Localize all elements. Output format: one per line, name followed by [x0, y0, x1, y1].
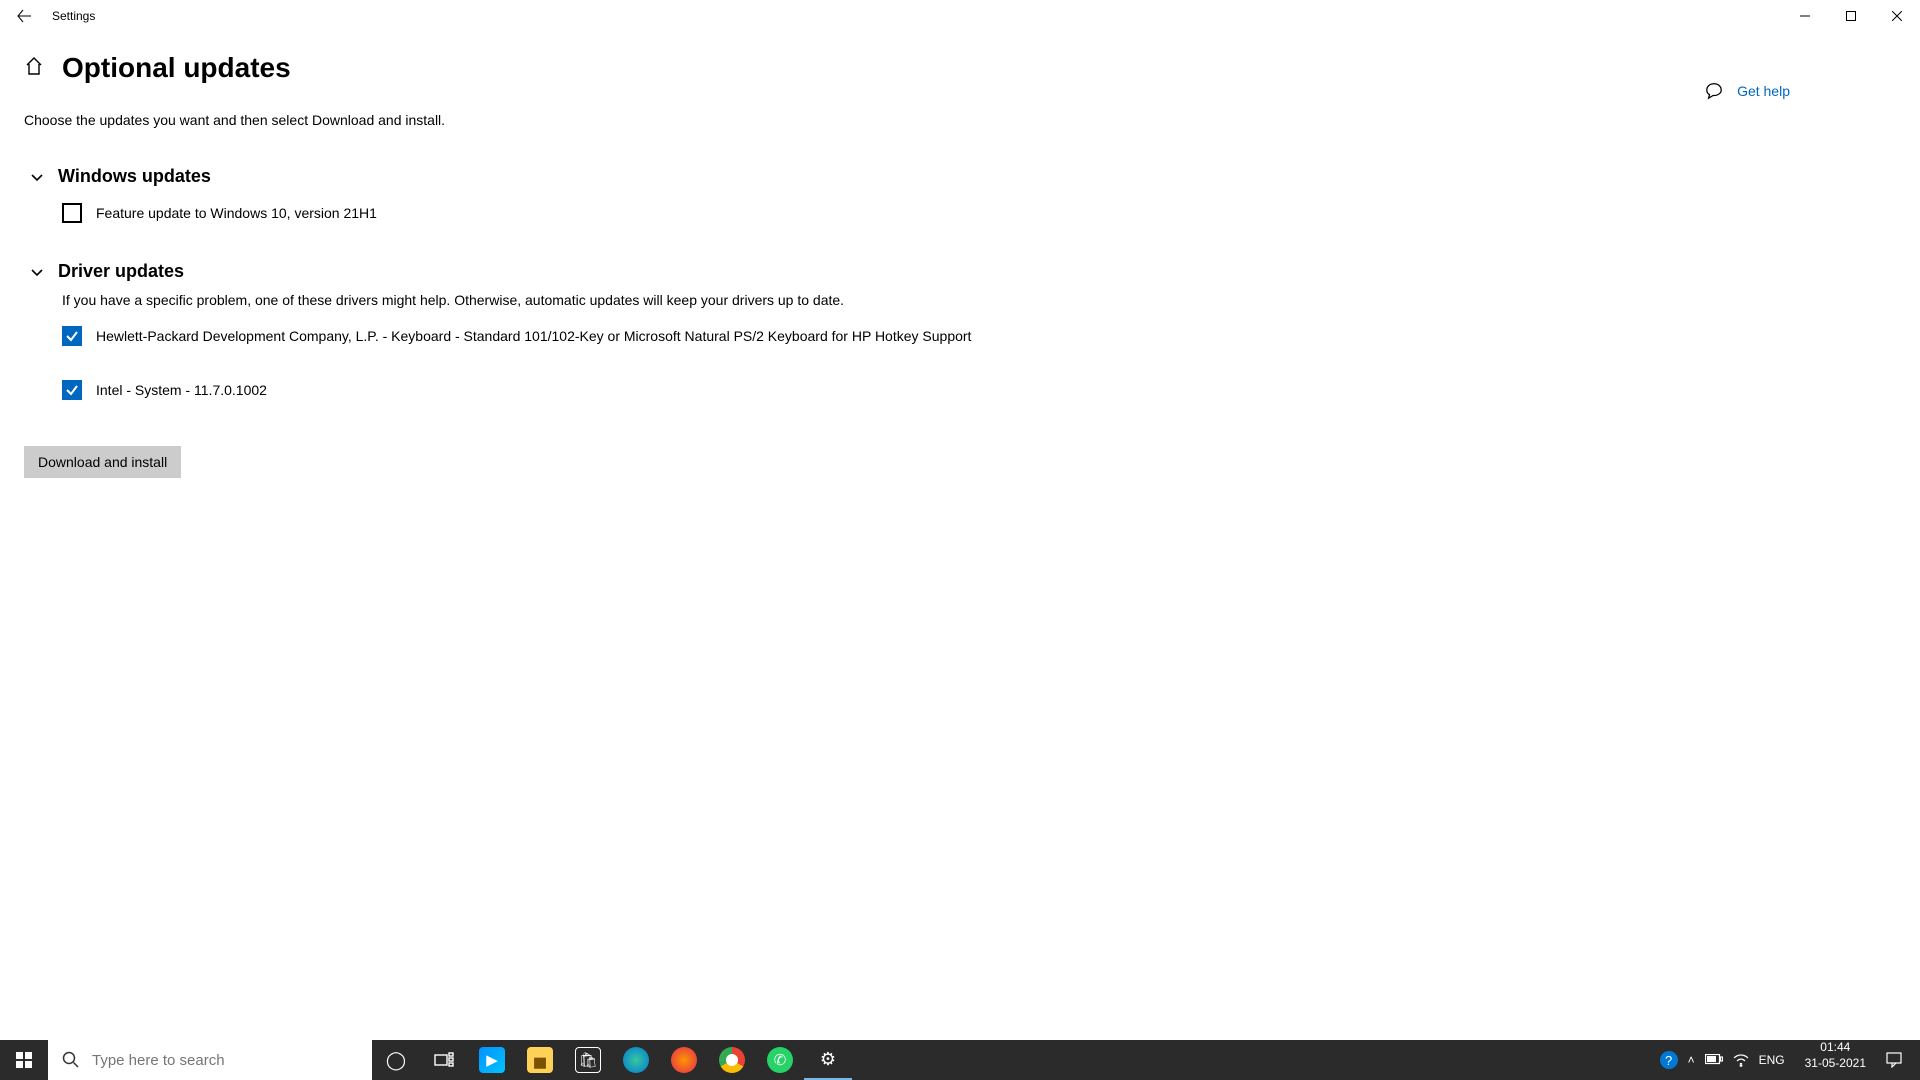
back-button[interactable] [8, 0, 40, 32]
chevron-down-icon [30, 170, 44, 184]
taskbar-edge[interactable] [612, 1040, 660, 1080]
chevron-down-icon [30, 265, 44, 279]
taskbar-search-input[interactable] [92, 1052, 352, 1069]
window-title: Settings [52, 9, 95, 23]
checkbox-checked[interactable] [62, 326, 82, 346]
show-desktop-button[interactable] [1914, 1040, 1920, 1080]
home-icon[interactable] [24, 56, 44, 81]
wifi-icon[interactable] [1733, 1053, 1749, 1067]
taskbar: ◯ ▶ ▅ 🛍 ✆ ⚙ ? ˄ ENG 01:44 31-05-2021 [0, 1040, 1920, 1080]
taskbar-store[interactable]: 🛍 [564, 1040, 612, 1080]
section-windows-updates: Windows updates Feature update to Window… [24, 166, 1896, 223]
close-button[interactable] [1874, 0, 1920, 32]
checkbox-checked[interactable] [62, 380, 82, 400]
taskbar-date: 31-05-2021 [1805, 1056, 1866, 1072]
back-arrow-icon [17, 9, 31, 23]
battery-icon[interactable] [1705, 1054, 1723, 1066]
windows-logo-icon [16, 1052, 32, 1068]
titlebar: Settings [0, 0, 1920, 32]
section-desc-driver-updates: If you have a specific problem, one of t… [24, 292, 1896, 308]
help-tray-icon[interactable]: ? [1660, 1051, 1678, 1069]
taskbar-firefox[interactable] [660, 1040, 708, 1080]
page-heading: Optional updates [24, 52, 1896, 84]
taskbar-lang[interactable]: ENG [1759, 1053, 1785, 1067]
section-driver-updates: Driver updates If you have a specific pr… [24, 261, 1896, 400]
section-header-driver-updates[interactable]: Driver updates [24, 261, 1896, 282]
check-icon [65, 329, 79, 343]
content-area: Optional updates Choose the updates you … [0, 32, 1920, 1080]
taskbar-tray: ? ˄ ENG [1648, 1040, 1797, 1080]
taskbar-cortana[interactable]: ◯ [372, 1040, 420, 1080]
check-icon [65, 383, 79, 397]
taskbar-search[interactable] [48, 1040, 372, 1080]
taskbar-whatsapp[interactable]: ✆ [756, 1040, 804, 1080]
taskbar-clock[interactable]: 01:44 31-05-2021 [1797, 1040, 1874, 1080]
cortana-icon: ◯ [386, 1050, 406, 1071]
section-title-windows-updates: Windows updates [58, 166, 211, 187]
checkbox-unchecked[interactable] [62, 203, 82, 223]
get-help-link[interactable]: Get help [1705, 82, 1790, 100]
folder-icon: ▅ [527, 1047, 553, 1073]
taskbar-action-center[interactable] [1874, 1040, 1914, 1080]
maximize-button[interactable] [1828, 0, 1874, 32]
movies-icon: ▶ [479, 1047, 505, 1073]
search-icon [62, 1051, 80, 1069]
update-item-label: Feature update to Windows 10, version 21… [96, 205, 377, 221]
edge-icon [623, 1047, 649, 1073]
gear-icon: ⚙ [820, 1049, 836, 1070]
notifications-icon [1886, 1052, 1902, 1068]
page-instructions: Choose the updates you want and then sel… [24, 112, 1896, 128]
help-bubble-icon [1705, 82, 1723, 100]
show-hidden-icons[interactable]: ˄ [1688, 1053, 1695, 1067]
whatsapp-icon: ✆ [767, 1047, 793, 1073]
minimize-icon [1800, 11, 1810, 21]
close-icon [1892, 11, 1902, 21]
chrome-icon [719, 1047, 745, 1073]
taskview-icon [434, 1052, 454, 1068]
download-install-button[interactable]: Download and install [24, 446, 181, 478]
maximize-icon [1846, 11, 1856, 21]
update-item-hp-keyboard[interactable]: Hewlett-Packard Development Company, L.P… [24, 326, 1896, 346]
taskbar-movies[interactable]: ▶ [468, 1040, 516, 1080]
update-item-intel-system[interactable]: Intel - System - 11.7.0.1002 [24, 380, 1896, 400]
minimize-button[interactable] [1782, 0, 1828, 32]
store-icon: 🛍 [575, 1047, 601, 1073]
update-item-feature-update[interactable]: Feature update to Windows 10, version 21… [24, 203, 1896, 223]
taskbar-time: 01:44 [1820, 1040, 1850, 1056]
update-item-label: Intel - System - 11.7.0.1002 [96, 382, 267, 398]
home-icon-svg [24, 56, 44, 76]
section-title-driver-updates: Driver updates [58, 261, 184, 282]
start-button[interactable] [0, 1040, 48, 1080]
update-item-label: Hewlett-Packard Development Company, L.P… [96, 328, 971, 344]
taskbar-settings[interactable]: ⚙ [804, 1040, 852, 1080]
taskbar-spacer [852, 1040, 1648, 1080]
section-header-windows-updates[interactable]: Windows updates [24, 166, 1896, 187]
taskbar-file-explorer[interactable]: ▅ [516, 1040, 564, 1080]
taskbar-chrome[interactable] [708, 1040, 756, 1080]
taskbar-taskview[interactable] [420, 1040, 468, 1080]
get-help-label: Get help [1737, 83, 1790, 99]
page-title: Optional updates [62, 52, 291, 84]
firefox-icon [671, 1047, 697, 1073]
